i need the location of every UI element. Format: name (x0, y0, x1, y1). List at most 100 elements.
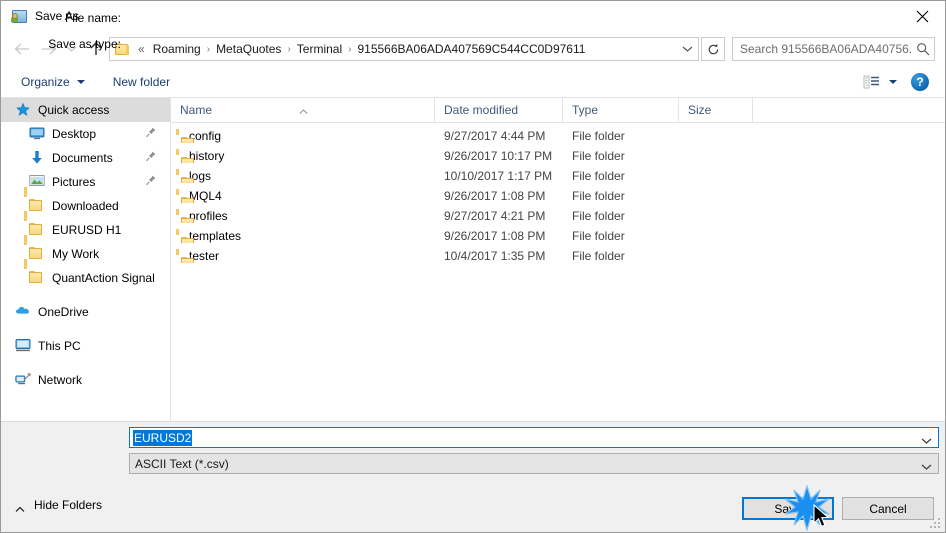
pictures-icon (29, 174, 45, 190)
file-name-label: profiles (189, 209, 228, 223)
table-row[interactable]: MQL4 9/26/2017 1:08 PM File folder (171, 186, 945, 206)
table-row[interactable]: profiles 9/27/2017 4:21 PM File folder (171, 206, 945, 226)
close-icon[interactable] (899, 1, 945, 31)
column-header-size[interactable]: Size (679, 98, 753, 122)
save-as-type-select[interactable]: ASCII Text (*.csv) (129, 453, 939, 474)
file-date-cell: 9/26/2017 1:08 PM (444, 229, 546, 243)
file-date-cell: 10/4/2017 1:35 PM (444, 249, 546, 263)
cancel-button[interactable]: Cancel (842, 497, 934, 520)
file-type-cell: File folder (572, 129, 625, 143)
chevron-down-glyph (682, 46, 692, 52)
magnifier-glyph (917, 43, 930, 56)
file-name-cell: profiles (171, 209, 435, 223)
column-header-date-modified[interactable]: Date modified (435, 98, 563, 122)
breadcrumb-item-terminal-id[interactable]: 915566BA06ADA407569C544CC0D97611 (352, 40, 590, 58)
file-name-cell: tester (171, 249, 435, 263)
file-name-cell: config (171, 129, 435, 143)
download-arrow-glyph (32, 151, 42, 164)
chevron-up-icon (15, 502, 25, 512)
sidebar-item-quantaction-signal[interactable]: QuantAction Signal (1, 259, 170, 290)
folder-icon (24, 187, 45, 214)
breadcrumb: « Roaming › MetaQuotes › Terminal › 9155… (135, 40, 676, 58)
file-date-cell: 10/10/2017 1:17 PM (444, 169, 553, 183)
network-glyph (15, 373, 31, 385)
sidebar-item-onedrive[interactable]: OneDrive (1, 300, 170, 324)
sidebar-item-network[interactable]: Network (1, 368, 170, 392)
hide-folders-label: Hide Folders (34, 498, 103, 512)
file-name-cell: history (171, 149, 435, 163)
file-name-cell: logs (171, 169, 435, 183)
sort-caret-glyph (299, 109, 308, 114)
navigation-pane: Quick access Desktop Documents Pictures … (1, 98, 171, 421)
sidebar-item-label: OneDrive (38, 305, 89, 319)
view-chevron-down-icon[interactable] (889, 80, 897, 84)
column-header-row: Name Date modified Type Size (171, 98, 945, 123)
sidebar-item-documents[interactable]: Documents (1, 146, 170, 170)
sidebar-item-label: Network (38, 373, 83, 387)
column-header-type[interactable]: Type (563, 98, 679, 122)
save-as-type-value: ASCII Text (*.csv) (135, 456, 229, 471)
pin-glyph (146, 127, 156, 138)
breadcrumb-item-terminal[interactable]: Terminal (292, 40, 347, 58)
file-date-cell: 9/26/2017 10:17 PM (444, 149, 553, 163)
file-type-cell: File folder (572, 189, 625, 203)
sidebar-item-label: Desktop (52, 127, 97, 141)
column-header-size-label: Size (688, 103, 712, 117)
save-button[interactable]: Save (742, 497, 834, 520)
sidebar-item-this-pc[interactable]: This PC (1, 334, 170, 358)
network-icon (15, 372, 31, 388)
pictures-glyph (29, 175, 45, 186)
search-icon (912, 42, 934, 56)
file-date-cell: 9/27/2017 4:21 PM (444, 209, 546, 223)
table-row[interactable]: tester 10/4/2017 1:35 PM File folder (171, 246, 945, 266)
cloud-glyph (16, 306, 29, 314)
file-name-input[interactable]: EURUSD2 (129, 427, 939, 448)
pin-icon[interactable] (146, 151, 156, 165)
pin-glyph (146, 175, 156, 186)
sidebar-item-quick-access[interactable]: Quick access (1, 98, 170, 122)
file-name-value: EURUSD2 (133, 429, 193, 446)
toolbar: Organize New folder ? (1, 67, 945, 98)
computer-glyph (15, 339, 31, 352)
pin-icon[interactable] (146, 127, 156, 141)
refresh-icon[interactable] (701, 37, 725, 61)
organize-button[interactable]: Organize (14, 70, 92, 94)
folder-icon (24, 259, 45, 286)
new-folder-label: New folder (112, 75, 171, 89)
table-row[interactable]: config 9/27/2017 4:44 PM File folder (171, 126, 945, 146)
organize-label: Organize (21, 75, 70, 89)
help-button[interactable]: ? (911, 73, 929, 91)
sidebar-item-label: Quick access (38, 103, 110, 117)
view-layout-icon[interactable] (863, 74, 883, 90)
table-row[interactable]: logs 10/10/2017 1:17 PM File folder (171, 166, 945, 186)
hide-folders-button[interactable]: Hide Folders (15, 498, 102, 512)
save-as-dialog: Save As « Roaming › MetaQuotes › Termina… (0, 0, 946, 533)
breadcrumb-item-roaming[interactable]: Roaming (148, 40, 206, 58)
column-header-filler (753, 98, 945, 122)
chevron-up-glyph (15, 506, 25, 512)
pin-icon[interactable] (146, 175, 156, 189)
this-pc-icon (15, 338, 31, 354)
column-header-name[interactable]: Name (171, 98, 435, 122)
chevron-down-glyph (921, 438, 932, 444)
file-type-cell: File folder (572, 169, 625, 183)
new-folder-button[interactable]: New folder (106, 70, 177, 94)
sidebar-item-desktop[interactable]: Desktop (1, 122, 170, 146)
browser-body: Quick access Desktop Documents Pictures … (1, 98, 945, 421)
column-header-name-label: Name (180, 103, 213, 117)
sidebar-item-label: QuantAction Signal (52, 271, 155, 285)
sort-ascending-icon (299, 99, 308, 114)
search-input[interactable]: Search 915566BA06ADA40756... (732, 37, 935, 61)
chevron-down-icon[interactable] (921, 434, 932, 448)
breadcrumb-item-metaquotes[interactable]: MetaQuotes (211, 40, 286, 58)
sidebar-item-label: EURUSD H1 (52, 223, 122, 237)
table-row[interactable]: history 9/26/2017 10:17 PM File folder (171, 146, 945, 166)
breadcrumb-overflow[interactable]: « (135, 42, 148, 56)
address-bar[interactable]: « Roaming › MetaQuotes › Terminal › 9155… (109, 37, 699, 61)
file-type-cell: File folder (572, 209, 625, 223)
table-row[interactable]: templates 9/26/2017 1:08 PM File folder (171, 226, 945, 246)
address-dropdown-chevron-icon[interactable] (676, 38, 698, 60)
chevron-down-icon[interactable] (921, 460, 932, 474)
sidebar-item-label: This PC (38, 339, 81, 353)
